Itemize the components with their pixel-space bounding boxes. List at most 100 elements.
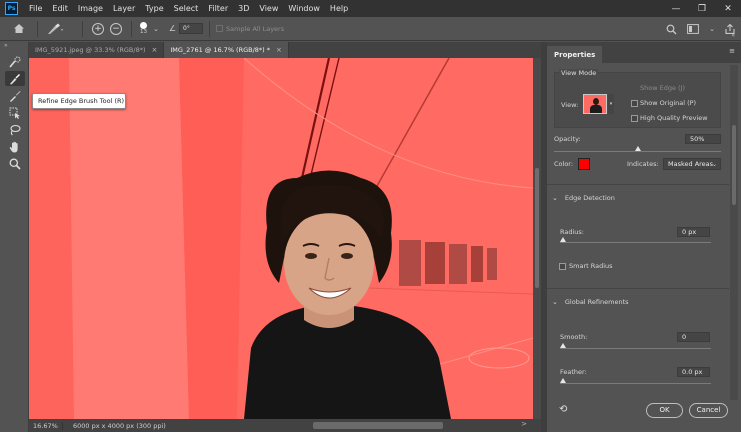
chevron-down-icon: ⌄	[711, 161, 717, 168]
smart-radius-label: Smart Radius	[569, 262, 613, 270]
global-refinements-title: Global Refinements	[564, 298, 629, 306]
restore-original-button[interactable]: −	[110, 22, 122, 35]
panel-scrollbar[interactable]	[730, 65, 738, 400]
document-info: 6000 px x 4000 px (300 ppi)	[73, 421, 166, 430]
tab-img-2761[interactable]: IMG_2761 @ 16.7% (RGB/8*) * ×	[164, 42, 289, 58]
document-canvas[interactable]	[29, 58, 533, 419]
menu-bar: Ps File Edit Image Layer Type Select Fil…	[0, 0, 741, 17]
menu-image[interactable]: Image	[73, 4, 108, 13]
menu-filter[interactable]: Filter	[203, 4, 233, 13]
menu-type[interactable]: Type	[140, 4, 168, 13]
smooth-label: Smooth:	[560, 333, 588, 341]
indicates-label: Indicates:	[627, 160, 659, 168]
close-icon[interactable]: ×	[276, 46, 282, 54]
global-refinements-header[interactable]: ⌄ Global Refinements	[552, 298, 629, 306]
refine-edge-brush-tool-icon[interactable]	[5, 71, 25, 86]
overlay-color-swatch[interactable]	[578, 158, 590, 170]
status-menu-arrow[interactable]: >	[521, 420, 527, 428]
smart-radius-checkbox[interactable]	[559, 263, 566, 270]
thumbnail-head	[593, 98, 599, 105]
photoshop-logo: Ps	[5, 2, 18, 15]
menu-window[interactable]: Window	[283, 4, 325, 13]
tab-properties[interactable]: Properties	[547, 46, 603, 63]
view-mode-dropdown[interactable]: ▾	[608, 94, 614, 114]
ok-button[interactable]: OK	[646, 403, 683, 418]
lasso-tool-icon[interactable]	[5, 122, 25, 137]
collapse-panel-icon[interactable]: «	[731, 32, 735, 39]
thumbnail-body	[590, 105, 602, 113]
brush-preview[interactable]: 13	[140, 22, 147, 35]
menu-edit[interactable]: Edit	[47, 4, 73, 13]
chevron-down-icon[interactable]: ⌄	[153, 25, 159, 33]
feather-slider-thumb[interactable]	[560, 378, 566, 383]
menu-help[interactable]: Help	[325, 4, 353, 13]
smooth-slider-thumb[interactable]	[560, 343, 566, 348]
zoom-tool-icon[interactable]	[5, 156, 25, 171]
separator	[37, 20, 38, 37]
close-button[interactable]: ✕	[715, 4, 741, 14]
divider	[547, 184, 729, 185]
angle-icon: ∠	[168, 24, 177, 33]
show-original-checkbox[interactable]	[631, 100, 638, 107]
brush-tool-icon[interactable]	[5, 88, 25, 103]
feather-input[interactable]: 0.0 px	[677, 367, 710, 377]
separator	[82, 20, 83, 37]
menu-file[interactable]: File	[24, 4, 47, 13]
maximize-button[interactable]: ❐	[689, 4, 715, 14]
angle-input[interactable]: 0°	[179, 23, 204, 34]
hand-tool-icon[interactable]	[5, 139, 25, 154]
view-mode-title: View Mode	[559, 69, 599, 77]
high-quality-preview-label: High Quality Preview	[640, 114, 708, 122]
close-icon[interactable]: ×	[151, 46, 157, 54]
indicates-value: Masked Areas	[668, 160, 714, 168]
canvas-vertical-scrollbar[interactable]	[533, 58, 541, 419]
smooth-input[interactable]: 0	[677, 332, 710, 342]
indicates-select[interactable]: Masked Areas ⌄	[663, 158, 721, 170]
tool-tooltip: Refine Edge Brush Tool (R)	[32, 93, 126, 109]
opacity-slider-thumb[interactable]	[634, 146, 641, 151]
canvas-image	[29, 58, 533, 419]
workspace-icon[interactable]	[687, 24, 700, 34]
view-mode-thumbnail[interactable]	[583, 94, 607, 114]
minimize-button[interactable]: —	[663, 4, 689, 14]
search-icon[interactable]	[666, 24, 677, 35]
sample-all-layers-checkbox[interactable]	[216, 25, 224, 32]
edge-detection-title: Edge Detection	[564, 194, 615, 202]
panel-menu-icon[interactable]: ≡	[729, 47, 735, 55]
tab-img-5921[interactable]: IMG_5921.jpeg @ 33.3% (RGB/8*) ×	[29, 42, 165, 58]
zoom-level[interactable]: 16.67%	[29, 421, 63, 430]
brush-size-value: 13	[140, 29, 147, 35]
feather-slider-track[interactable]	[560, 383, 711, 384]
object-selection-tool-icon[interactable]	[5, 105, 25, 120]
scroll-thumb[interactable]	[535, 168, 539, 288]
opacity-slider-track[interactable]	[554, 151, 721, 152]
reset-icon[interactable]: ⟲	[559, 404, 567, 415]
chevron-down-icon[interactable]: ⌄	[709, 25, 715, 33]
angle-control: ∠ 0°	[168, 23, 204, 34]
chevron-down-icon: ⌄	[552, 194, 558, 202]
radius-slider-thumb[interactable]	[560, 237, 566, 242]
menu-layer[interactable]: Layer	[108, 4, 140, 13]
high-quality-preview-checkbox[interactable]	[631, 115, 638, 122]
radius-slider-track[interactable]	[560, 242, 711, 243]
window-controls: — ❐ ✕	[663, 0, 741, 17]
refine-brush-preset-icon[interactable]	[46, 23, 64, 35]
view-label: View:	[561, 101, 579, 109]
home-icon[interactable]	[13, 23, 25, 34]
menu-view[interactable]: View	[254, 4, 283, 13]
canvas-horizontal-scrollbar[interactable]	[313, 422, 443, 429]
radius-input[interactable]: 0 px	[677, 227, 710, 237]
expand-detection-button[interactable]: +	[92, 22, 104, 35]
scroll-thumb[interactable]	[732, 125, 736, 205]
quick-selection-tool-icon[interactable]	[5, 54, 25, 69]
collapse-toolbar-icon[interactable]: »	[0, 42, 28, 52]
chevron-down-icon: ⌄	[552, 298, 558, 306]
edge-detection-header[interactable]: ⌄ Edge Detection	[552, 194, 615, 202]
options-bar: + − 13 ⌄ ∠ 0° Sample All Layers ⌄	[0, 17, 741, 41]
opacity-input[interactable]: 50%	[685, 134, 721, 144]
cancel-button[interactable]: Cancel	[689, 403, 728, 418]
smooth-slider-track[interactable]	[560, 348, 711, 349]
menu-3d[interactable]: 3D	[233, 4, 254, 13]
menu-select[interactable]: Select	[169, 4, 204, 13]
show-edge-label: Show Edge (J)	[640, 84, 686, 92]
